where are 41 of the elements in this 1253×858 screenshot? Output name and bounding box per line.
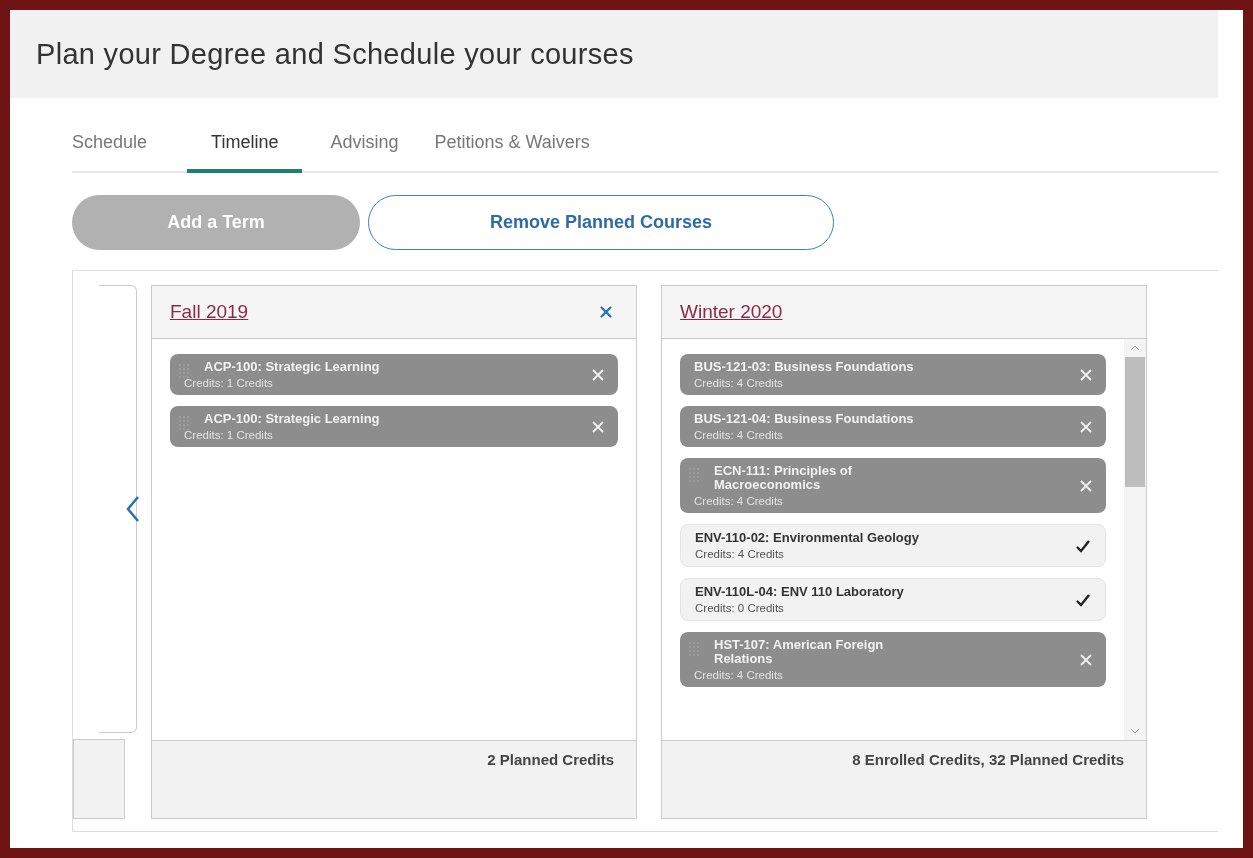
course-card[interactable]: ECN-111: Principles of Macroeconomics Credits: 4 Credits xyxy=(680,458,1106,513)
course-card[interactable]: BUS-121-04: Business Foundations Credits: 4 Credits xyxy=(680,406,1106,447)
remove-courses-button[interactable]: Remove Planned Courses xyxy=(368,195,834,250)
course-card[interactable]: HST-107: American Foreign Relations Credits: 4 Credits xyxy=(680,632,1106,687)
course-title: HST-107: American Foreign Relations xyxy=(713,638,885,666)
chevron-left-icon[interactable] xyxy=(126,495,140,523)
checkmark-icon xyxy=(1075,592,1091,607)
tab[interactable]: Schedule xyxy=(72,118,168,173)
course-title: ACP-100: Strategic Learning xyxy=(203,360,381,374)
course-card[interactable]: ACP-100: Strategic Learning Credits: 1 Credits xyxy=(170,354,618,395)
course-credits: Credits: 4 Credits xyxy=(694,495,784,507)
scrollbar[interactable] xyxy=(1124,339,1146,740)
term-link[interactable]: Winter 2020 xyxy=(680,301,783,323)
checkmark-icon xyxy=(1075,538,1091,553)
close-icon[interactable] xyxy=(600,306,612,318)
course-card[interactable]: ENV-110-02: Environmental Geology Credits: 4 Credits xyxy=(680,524,1106,567)
course-credits: Credits: 4 Credits xyxy=(695,548,785,560)
credits-summary: 2 Planned Credits xyxy=(487,751,614,770)
course-card[interactable]: ACP-100: Strategic Learning Credits: 1 Credits xyxy=(170,406,618,447)
credits-summary: 8 Enrolled Credits, 32 Planned Credits xyxy=(852,751,1124,770)
course-credits: Credits: 1 Credits xyxy=(184,377,274,389)
course-credits: Credits: 4 Credits xyxy=(694,669,784,681)
tab[interactable]: Advising xyxy=(322,118,407,173)
term-link[interactable]: Fall 2019 xyxy=(170,301,249,323)
course-credits: Credits: 1 Credits xyxy=(184,429,274,441)
course-credits: Credits: 0 Credits xyxy=(695,602,785,614)
page-title: Plan your Degree and Schedule your courses xyxy=(36,37,634,71)
scroll-up-icon[interactable] xyxy=(1130,345,1140,351)
scroll-down-icon[interactable] xyxy=(1130,728,1140,734)
course-credits: Credits: 4 Credits xyxy=(694,429,784,441)
tab[interactable]: Petitions & Waivers xyxy=(426,118,598,173)
course-credits: Credits: 4 Credits xyxy=(694,377,784,389)
course-title: ENV-110L-04: ENV 110 Laboratory xyxy=(695,585,905,599)
course-card[interactable]: BUS-121-03: Business Foundations Credits: 4 Credits xyxy=(680,354,1106,395)
course-title: ACP-100: Strategic Learning xyxy=(203,412,381,426)
tab[interactable]: Timeline xyxy=(187,118,303,173)
course-title: BUS-121-04: Business Foundations xyxy=(694,412,915,426)
course-title: BUS-121-03: Business Foundations xyxy=(694,360,915,374)
course-title: ENV-110-02: Environmental Geology xyxy=(695,531,920,545)
course-card[interactable]: ENV-110L-04: ENV 110 Laboratory Credits: 0 Credits xyxy=(680,578,1106,621)
course-title: ECN-111: Principles of Macroeconomics xyxy=(713,464,853,492)
